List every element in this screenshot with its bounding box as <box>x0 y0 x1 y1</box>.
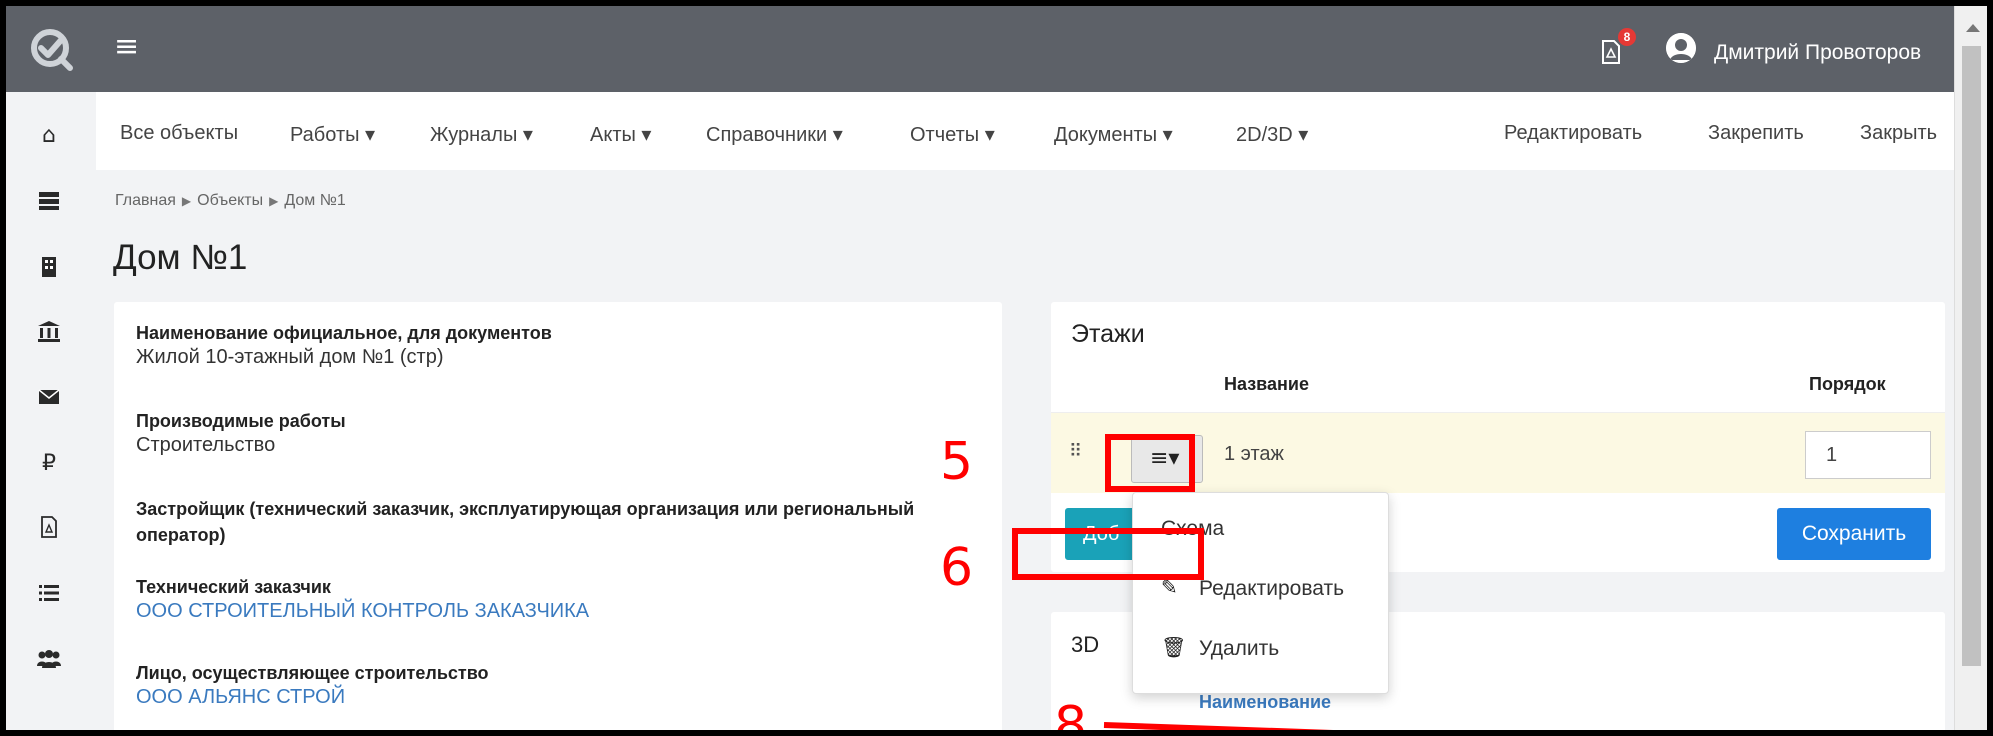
sidebar-pdf-icon[interactable] <box>32 510 66 544</box>
breadcrumb-objects[interactable]: Объекты <box>197 192 263 209</box>
annotation-box-6 <box>1012 528 1204 580</box>
builder-label: Лицо, осуществляющее строительство <box>136 663 489 683</box>
menu-item-delete[interactable]: 🗑 Удалить <box>1133 623 1388 673</box>
nav-works[interactable]: Работы ▾ <box>290 122 375 147</box>
page-title: Дом №1 <box>113 238 248 277</box>
sidebar-institution-icon[interactable] <box>32 314 66 348</box>
floor-order-input[interactable] <box>1805 431 1931 479</box>
nav-close[interactable]: Закрыть <box>1860 122 1937 145</box>
app-logo-icon[interactable] <box>28 26 74 72</box>
drag-handle-icon[interactable]: ⠿ <box>1069 441 1082 462</box>
nav-2d3d[interactable]: 2D/3D ▾ <box>1236 122 1308 147</box>
nav-pin[interactable]: Закрепить <box>1708 122 1804 145</box>
row-dropdown-menu: Схема ✎ Редактировать 🗑 Удалить <box>1132 492 1389 694</box>
tech-customer-link[interactable]: ООО СТРОИТЕЛЬНЫЙ КОНТРОЛЬ ЗАКАЗЧИКА <box>136 598 589 624</box>
tech-customer-label: Технический заказчик <box>136 577 331 597</box>
nav-reports[interactable]: Отчеты ▾ <box>910 122 995 147</box>
breadcrumb: Главная ▶ Объекты ▶ Дом №1 <box>115 192 346 210</box>
column-header-naimenovanie[interactable]: Наименование <box>1199 692 1331 713</box>
works-value: Строительство <box>136 434 276 456</box>
builder-link[interactable]: ООО АЛЬЯНС СТРОЙ <box>136 684 345 710</box>
floor-name: 1 этаж <box>1224 443 1284 465</box>
official-name-value: Жилой 10-этажный дом №1 (стр) <box>136 346 444 368</box>
nav-documents[interactable]: Документы ▾ <box>1054 122 1173 147</box>
card-3d-title: 3D <box>1071 632 1100 657</box>
sidebar-building-icon[interactable] <box>32 250 66 284</box>
nav-acts[interactable]: Акты ▾ <box>590 122 651 147</box>
scroll-thumb[interactable] <box>1962 46 1981 666</box>
annotation-box-5 <box>1105 434 1195 492</box>
breadcrumb-current: Дом №1 <box>284 192 346 209</box>
trash-icon: 🗑 <box>1161 635 1187 659</box>
notification-badge: 8 <box>1618 28 1636 46</box>
annotation-number-5: 5 <box>940 432 974 492</box>
sidebar-home-icon[interactable]: ⌂ <box>32 118 66 152</box>
works-label: Производимые работы <box>136 411 346 431</box>
nav-references[interactable]: Справочники ▾ <box>706 122 843 147</box>
sidebar-servers-icon[interactable] <box>32 184 66 218</box>
column-header-order: Порядок <box>1809 374 1886 394</box>
sidebar-mail-icon[interactable] <box>32 380 66 414</box>
sidebar: ⌂ ₽ <box>6 92 94 730</box>
breadcrumb-separator-icon: ▶ <box>181 194 192 208</box>
column-header-name: Название <box>1224 374 1309 394</box>
top-bar: ≡ 8 Дмитрий Провоторов <box>6 6 1954 92</box>
official-name-label: Наименование официальное, для документов <box>136 323 552 343</box>
save-button[interactable]: Сохранить <box>1777 508 1931 560</box>
sidebar-ruble-icon[interactable]: ₽ <box>32 446 66 480</box>
breadcrumb-home[interactable]: Главная <box>115 192 176 209</box>
annotation-number-8: 8 <box>1054 696 1088 730</box>
menu-item-label: Удалить <box>1199 637 1280 660</box>
hamburger-menu-icon[interactable]: ≡ <box>114 32 139 62</box>
annotation-number-6: 6 <box>940 538 974 598</box>
menu-item-label: Редактировать <box>1199 577 1345 600</box>
sidebar-users-icon[interactable] <box>32 642 66 676</box>
nav-bar: Все объекты Работы ▾ Журналы ▾ Акты ▾ Сп… <box>96 92 1954 170</box>
sidebar-list-icon[interactable] <box>32 576 66 610</box>
user-name[interactable]: Дмитрий Провоторов <box>1714 41 1921 65</box>
developer-label: Застройщик (технический заказчик, эксплу… <box>136 499 915 545</box>
user-avatar-icon[interactable] <box>1666 33 1696 63</box>
vertical-scrollbar[interactable] <box>1954 6 1987 730</box>
breadcrumb-separator-icon: ▶ <box>269 194 279 208</box>
app-window: ≡ 8 Дмитрий Провоторов ⌂ ₽ Все объекты Р… <box>6 6 1987 730</box>
nav-all-objects[interactable]: Все объекты <box>120 122 238 145</box>
object-info-card: Наименование официальное, для документов… <box>114 302 1002 730</box>
floors-title: Этажи <box>1071 320 1145 348</box>
nav-edit[interactable]: Редактировать <box>1504 122 1642 145</box>
scroll-up-arrow-icon[interactable] <box>1966 24 1980 32</box>
nav-journals[interactable]: Журналы ▾ <box>430 122 533 147</box>
